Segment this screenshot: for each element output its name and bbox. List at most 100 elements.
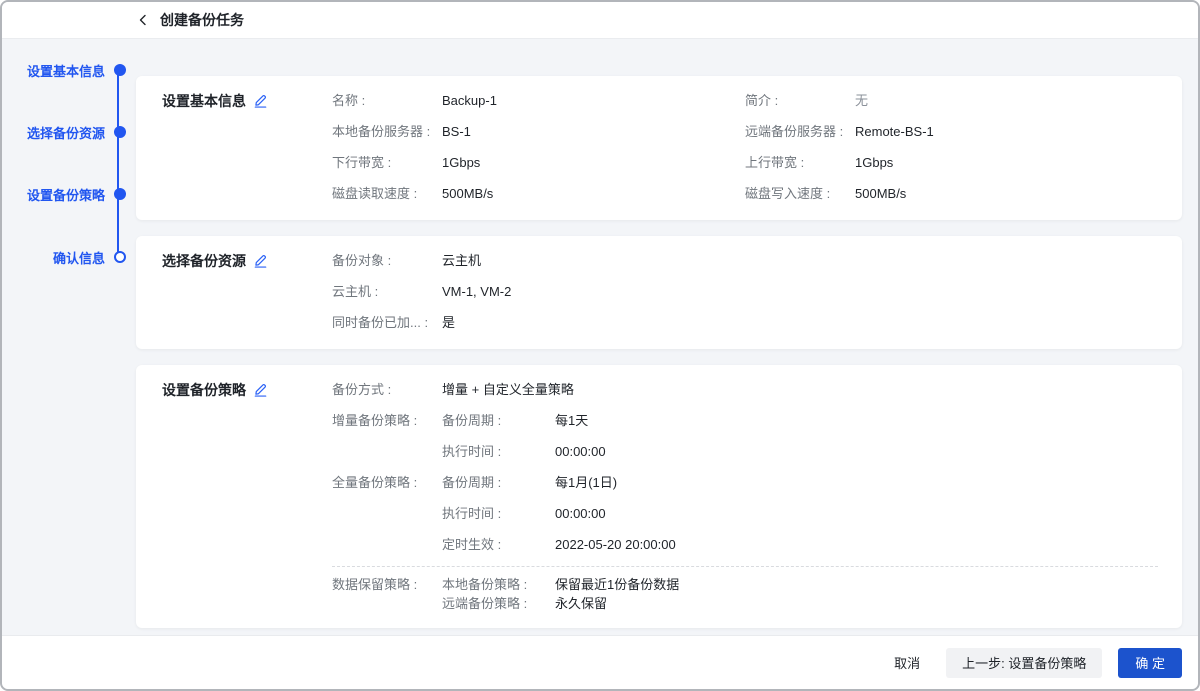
step-dot-filled-icon bbox=[114, 188, 126, 200]
card-title-text: 设置备份策略 bbox=[162, 380, 246, 400]
edit-pencil-icon bbox=[253, 93, 268, 108]
step-backup-policy[interactable]: 设置备份策略 bbox=[2, 184, 126, 204]
footer-action-bar: 取消 上一步: 设置备份策略 确 定 bbox=[2, 636, 1198, 689]
field-value: 是 bbox=[442, 313, 455, 333]
field-row-local-backup-server: 本地备份服务器 : BS-1 bbox=[332, 122, 745, 142]
field-label: 备份周期 : bbox=[442, 473, 555, 493]
group-label: 全量备份策略 : bbox=[332, 473, 442, 555]
field-value: 永久保留 bbox=[555, 594, 607, 613]
content-area: 设置基本信息 选择备份资源 设置备份策略 确认信息 设置基本信息 bbox=[2, 39, 1198, 638]
previous-step-button[interactable]: 上一步: 设置备份策略 bbox=[946, 648, 1102, 678]
field-row-backup-cycle: 备份周期 : 每1月(1日) bbox=[442, 473, 1158, 493]
basic-info-right-column: 简介 : 无 远端备份服务器 : Remote-BS-1 上行带宽 : 1Gbp… bbox=[745, 91, 1158, 215]
basic-info-left-column: 名称 : Backup-1 本地备份服务器 : BS-1 下行带宽 : 1Gbp… bbox=[332, 91, 745, 215]
step-confirm-info[interactable]: 确认信息 bbox=[2, 247, 126, 267]
field-row-local-retention: 本地备份策略 : 保留最近1份备份数据 bbox=[442, 575, 1158, 594]
backup-resource-fields: 备份对象 : 云主机 云主机 : VM-1, VM-2 同时备份已加... : … bbox=[332, 251, 1158, 344]
group-label: 增量备份策略 : bbox=[332, 411, 442, 462]
backup-policy-card: 设置备份策略 备份方式 : 增量 + 自定义全量策略 增量备份策略 bbox=[136, 365, 1182, 628]
field-row-execute-time: 执行时间 : 00:00:00 bbox=[442, 504, 1158, 524]
field-value: BS-1 bbox=[442, 122, 471, 142]
field-value: Remote-BS-1 bbox=[855, 122, 934, 142]
field-row-uplink-bandwidth: 上行带宽 : 1Gbps bbox=[745, 153, 1158, 173]
step-dot-filled-icon bbox=[114, 64, 126, 76]
field-label: 远端备份策略 : bbox=[442, 594, 555, 613]
stepper-connector-line bbox=[117, 70, 119, 257]
field-label: 执行时间 : bbox=[442, 504, 555, 524]
card-title-basic-info: 设置基本信息 bbox=[162, 91, 332, 215]
card-title-text: 选择备份资源 bbox=[162, 251, 246, 271]
field-row-disk-write-speed: 磁盘写入速度 : 500MB/s bbox=[745, 184, 1158, 204]
basic-info-card: 设置基本信息 名称 : Backup-1 bbox=[136, 76, 1182, 220]
edit-basic-info-button[interactable] bbox=[253, 93, 268, 108]
card-title-backup-policy: 设置备份策略 bbox=[162, 380, 332, 623]
field-value: 2022-05-20 20:00:00 bbox=[555, 535, 676, 555]
field-label: 简介 : bbox=[745, 91, 855, 111]
field-label: 定时生效 : bbox=[442, 535, 555, 555]
page-header: 创建备份任务 bbox=[2, 2, 1198, 39]
field-value: VM-1, VM-2 bbox=[442, 282, 511, 302]
field-value: 增量 + 自定义全量策略 bbox=[442, 380, 574, 400]
field-row-remote-backup-server: 远端备份服务器 : Remote-BS-1 bbox=[745, 122, 1158, 142]
field-label: 名称 : bbox=[332, 91, 442, 111]
page-title: 创建备份任务 bbox=[160, 10, 244, 30]
dashed-divider bbox=[332, 566, 1158, 567]
field-row-backup-method: 备份方式 : 增量 + 自定义全量策略 bbox=[332, 380, 1158, 400]
edit-backup-resource-button[interactable] bbox=[253, 253, 268, 268]
cancel-button[interactable]: 取消 bbox=[884, 648, 930, 678]
field-row-schedule-effective: 定时生效 : 2022-05-20 20:00:00 bbox=[442, 535, 1158, 555]
field-label: 磁盘读取速度 : bbox=[332, 184, 442, 204]
card-title-backup-resource: 选择备份资源 bbox=[162, 251, 332, 344]
field-label: 同时备份已加... : bbox=[332, 313, 442, 333]
field-label: 备份对象 : bbox=[332, 251, 442, 271]
field-value: 每1天 bbox=[555, 411, 588, 431]
field-value: 云主机 bbox=[442, 251, 481, 271]
field-value: 无 bbox=[855, 91, 868, 111]
field-label: 备份周期 : bbox=[442, 411, 555, 431]
wizard-stepper: 设置基本信息 选择备份资源 设置备份策略 确认信息 bbox=[2, 39, 136, 638]
edit-backup-policy-button[interactable] bbox=[253, 382, 268, 397]
card-title-text: 设置基本信息 bbox=[162, 91, 246, 111]
edit-pencil-icon bbox=[253, 382, 268, 397]
field-row-downlink-bandwidth: 下行带宽 : 1Gbps bbox=[332, 153, 745, 173]
field-row-name: 名称 : Backup-1 bbox=[332, 91, 745, 111]
field-row-backup-encrypted: 同时备份已加... : 是 bbox=[332, 313, 1158, 333]
field-value: 500MB/s bbox=[855, 184, 906, 204]
step-label: 设置基本信息 bbox=[27, 61, 105, 80]
field-row-backup-cycle: 备份周期 : 每1天 bbox=[442, 411, 1158, 431]
field-row-description: 简介 : 无 bbox=[745, 91, 1158, 111]
incremental-policy-group: 增量备份策略 : 备份周期 : 每1天 执行时间 : 00:00:00 bbox=[332, 411, 1158, 473]
field-label: 磁盘写入速度 : bbox=[745, 184, 855, 204]
field-label: 备份方式 : bbox=[332, 380, 442, 400]
full-policy-group: 全量备份策略 : 备份周期 : 每1月(1日) 执行时间 : 00:00:00 bbox=[332, 473, 1158, 566]
step-select-resource[interactable]: 选择备份资源 bbox=[2, 122, 126, 142]
confirm-button[interactable]: 确 定 bbox=[1118, 648, 1182, 678]
create-backup-task-window: 创建备份任务 设置基本信息 选择备份资源 设置备份策略 确认信息 bbox=[0, 0, 1200, 691]
backup-resource-card: 选择备份资源 备份对象 : 云主机 云主机 : bbox=[136, 236, 1182, 349]
field-value: 保留最近1份备份数据 bbox=[555, 575, 679, 594]
retention-policy-rows: 本地备份策略 : 保留最近1份备份数据 远端备份策略 : 永久保留 bbox=[442, 575, 1158, 613]
field-row-vms: 云主机 : VM-1, VM-2 bbox=[332, 282, 1158, 302]
field-value: 1Gbps bbox=[855, 153, 893, 173]
field-label: 远端备份服务器 : bbox=[745, 122, 855, 142]
basic-info-fields: 名称 : Backup-1 本地备份服务器 : BS-1 下行带宽 : 1Gbp… bbox=[332, 91, 1158, 215]
field-value: 每1月(1日) bbox=[555, 473, 617, 493]
chevron-left-icon bbox=[137, 14, 149, 26]
back-button[interactable] bbox=[134, 11, 152, 29]
field-row-execute-time: 执行时间 : 00:00:00 bbox=[442, 442, 1158, 462]
backup-policy-fields: 备份方式 : 增量 + 自定义全量策略 增量备份策略 : 备份周期 : 每1天 … bbox=[332, 380, 1158, 623]
retention-policy-group: 数据保留策略 : 本地备份策略 : 保留最近1份备份数据 远端备份策略 : 永久… bbox=[332, 575, 1158, 623]
field-value: 00:00:00 bbox=[555, 504, 606, 524]
step-label: 确认信息 bbox=[53, 248, 105, 267]
field-value: 500MB/s bbox=[442, 184, 493, 204]
incremental-policy-rows: 备份周期 : 每1天 执行时间 : 00:00:00 bbox=[442, 411, 1158, 473]
field-label: 本地备份策略 : bbox=[442, 575, 555, 594]
step-dot-filled-icon bbox=[114, 126, 126, 138]
step-dot-hollow-icon bbox=[114, 251, 126, 263]
step-basic-info[interactable]: 设置基本信息 bbox=[2, 60, 126, 80]
field-value: Backup-1 bbox=[442, 91, 497, 111]
field-label: 上行带宽 : bbox=[745, 153, 855, 173]
field-row-backup-object: 备份对象 : 云主机 bbox=[332, 251, 1158, 271]
field-row-disk-read-speed: 磁盘读取速度 : 500MB/s bbox=[332, 184, 745, 204]
field-label: 本地备份服务器 : bbox=[332, 122, 442, 142]
